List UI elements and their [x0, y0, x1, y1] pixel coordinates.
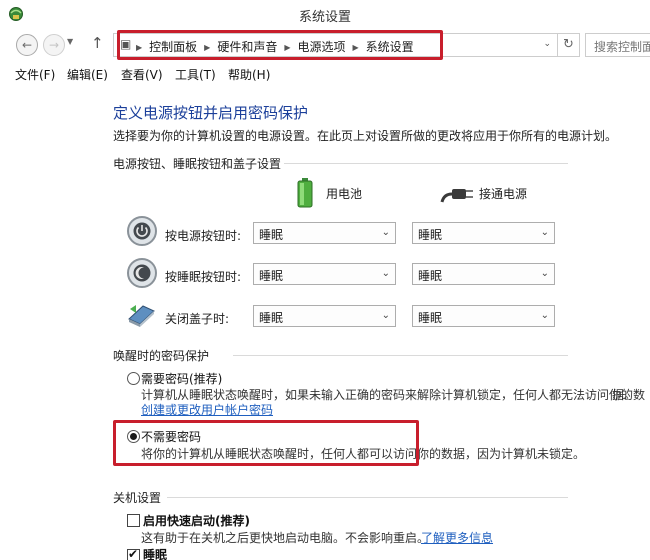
- sleep-button-battery-select[interactable]: 睡眠 ⌄: [253, 263, 396, 285]
- menu-file[interactable]: 文件(F): [15, 66, 55, 83]
- lid-close-row-label: 关闭盖子时:: [165, 312, 230, 326]
- search-input[interactable]: 搜索控制面板: [585, 33, 650, 57]
- select-value: 睡眠: [259, 311, 284, 325]
- menu-tools[interactable]: 工具(T): [175, 66, 216, 83]
- require-password-label[interactable]: 需要密码(推荐): [141, 370, 222, 387]
- power-button-row-label: 按电源按钮时:: [165, 229, 242, 243]
- fast-startup-label[interactable]: 启用快速启动(推荐): [143, 512, 250, 529]
- title-bar: 系统设置: [0, 0, 650, 28]
- require-password-radio[interactable]: [127, 372, 140, 385]
- address-dropdown-icon[interactable]: ⌄: [543, 39, 551, 49]
- power-button-battery-select[interactable]: 睡眠 ⌄: [253, 222, 396, 244]
- breadcrumb-item-control-panel[interactable]: 控制面板: [149, 40, 197, 54]
- chevron-down-icon: ⌄: [381, 268, 390, 279]
- breadcrumb: ▶ 控制面板 ▶ 硬件和声音 ▶ 电源选项 ▶ 系统设置: [136, 38, 414, 55]
- lid-close-battery-select[interactable]: 睡眠 ⌄: [253, 305, 396, 327]
- menu-help[interactable]: 帮助(H): [228, 66, 270, 83]
- group-divider: [284, 163, 568, 164]
- refresh-icon[interactable]: ↻: [557, 34, 579, 56]
- page-description: 选择要为你的计算机设置的电源设置。在此页上对设置所做的更改将应用于你所有的电源计…: [113, 129, 618, 143]
- sleep-button-row-label: 按睡眠按钮时:: [165, 270, 242, 284]
- back-button[interactable]: ←: [16, 34, 38, 56]
- power-plug-icon: [440, 189, 473, 203]
- no-password-description: 将你的计算机从睡眠状态唤醒时，任何人都可以访问你的数据，因为计算机未锁定。: [141, 447, 586, 461]
- fast-startup-checkbox[interactable]: [127, 514, 140, 527]
- require-password-description-end: 据。: [612, 388, 637, 402]
- chevron-right-icon[interactable]: ▶: [353, 43, 359, 52]
- menu-edit[interactable]: 编辑(E): [67, 66, 108, 83]
- forward-button[interactable]: →: [43, 34, 65, 56]
- breadcrumb-item-hardware-sound[interactable]: 硬件和声音: [217, 40, 277, 54]
- power-button-icon: [127, 216, 157, 246]
- fast-startup-description: 这有助于在关机之后更快地启动电脑。不会影响重启。: [141, 531, 430, 545]
- window-title: 系统设置: [298, 10, 351, 25]
- lid-close-plugged-select[interactable]: 睡眠 ⌄: [412, 305, 555, 327]
- group-divider: [233, 355, 568, 356]
- change-password-link[interactable]: 创建或更改用户帐户密码: [141, 401, 273, 418]
- menu-bar: 文件(F) 编辑(E) 查看(V) 工具(T) 帮助(H): [0, 62, 650, 84]
- menu-view[interactable]: 查看(V): [121, 66, 163, 83]
- navigation-bar: ← → ▼ ↑ ▣ ▶ 控制面板 ▶ 硬件和声音 ▶ 电源选项 ▶ 系统设置 ⌄ ↻ 搜索控制…: [0, 28, 650, 62]
- sleep-button-plugged-select[interactable]: 睡眠 ⌄: [412, 263, 555, 285]
- breadcrumb-item-power-options[interactable]: 电源选项: [298, 40, 346, 54]
- select-value: 睡眠: [418, 311, 443, 325]
- chevron-down-icon: ⌄: [381, 310, 390, 321]
- address-bar[interactable]: ▣ ▶ 控制面板 ▶ 硬件和声音 ▶ 电源选项 ▶ 系统设置 ⌄ ↻: [113, 33, 580, 57]
- no-password-label[interactable]: 不需要密码: [141, 428, 201, 445]
- select-value: 睡眠: [259, 269, 284, 283]
- shutdown-group-title: 关机设置: [113, 491, 162, 505]
- learn-more-link[interactable]: 了解更多信息: [421, 529, 493, 546]
- power-button-plugged-select[interactable]: 睡眠 ⌄: [412, 222, 555, 244]
- plugged-in-column-label: 接通电源: [479, 187, 528, 201]
- chevron-right-icon[interactable]: ▶: [204, 43, 210, 52]
- chevron-down-icon: ⌄: [540, 227, 549, 238]
- control-panel-small-icon: ▣: [120, 37, 132, 51]
- select-value: 睡眠: [418, 269, 443, 283]
- sleep-checkbox[interactable]: [127, 547, 140, 560]
- chevron-right-icon: ▶: [136, 43, 143, 52]
- power-buttons-group-title: 电源按钮、睡眠按钮和盖子设置: [113, 157, 282, 171]
- password-group-title: 唤醒时的密码保护: [113, 349, 210, 363]
- battery-column-label: 用电池: [326, 187, 363, 201]
- laptop-lid-icon: [128, 305, 155, 327]
- chevron-down-icon: ⌄: [540, 310, 549, 321]
- chevron-down-icon: ⌄: [540, 268, 549, 279]
- content-panel: 定义电源按钮并启用密码保护 选择要为你的计算机设置的电源设置。在此页上对设置所做…: [0, 84, 650, 560]
- group-divider: [167, 497, 568, 498]
- recent-pages-dropdown-icon[interactable]: ▼: [67, 37, 73, 46]
- chevron-right-icon[interactable]: ▶: [284, 43, 290, 52]
- chevron-down-icon: ⌄: [381, 227, 390, 238]
- select-value: 睡眠: [259, 228, 284, 242]
- page-title: 定义电源按钮并启用密码保护: [113, 104, 309, 122]
- select-value: 睡眠: [418, 228, 443, 242]
- breadcrumb-item-system-settings[interactable]: 系统设置: [366, 40, 414, 54]
- battery-icon: [297, 178, 313, 208]
- no-password-radio[interactable]: [127, 430, 140, 443]
- sleep-label[interactable]: 睡眠: [143, 546, 167, 560]
- up-arrow-icon[interactable]: ↑: [91, 34, 104, 52]
- sleep-button-icon: [127, 258, 157, 288]
